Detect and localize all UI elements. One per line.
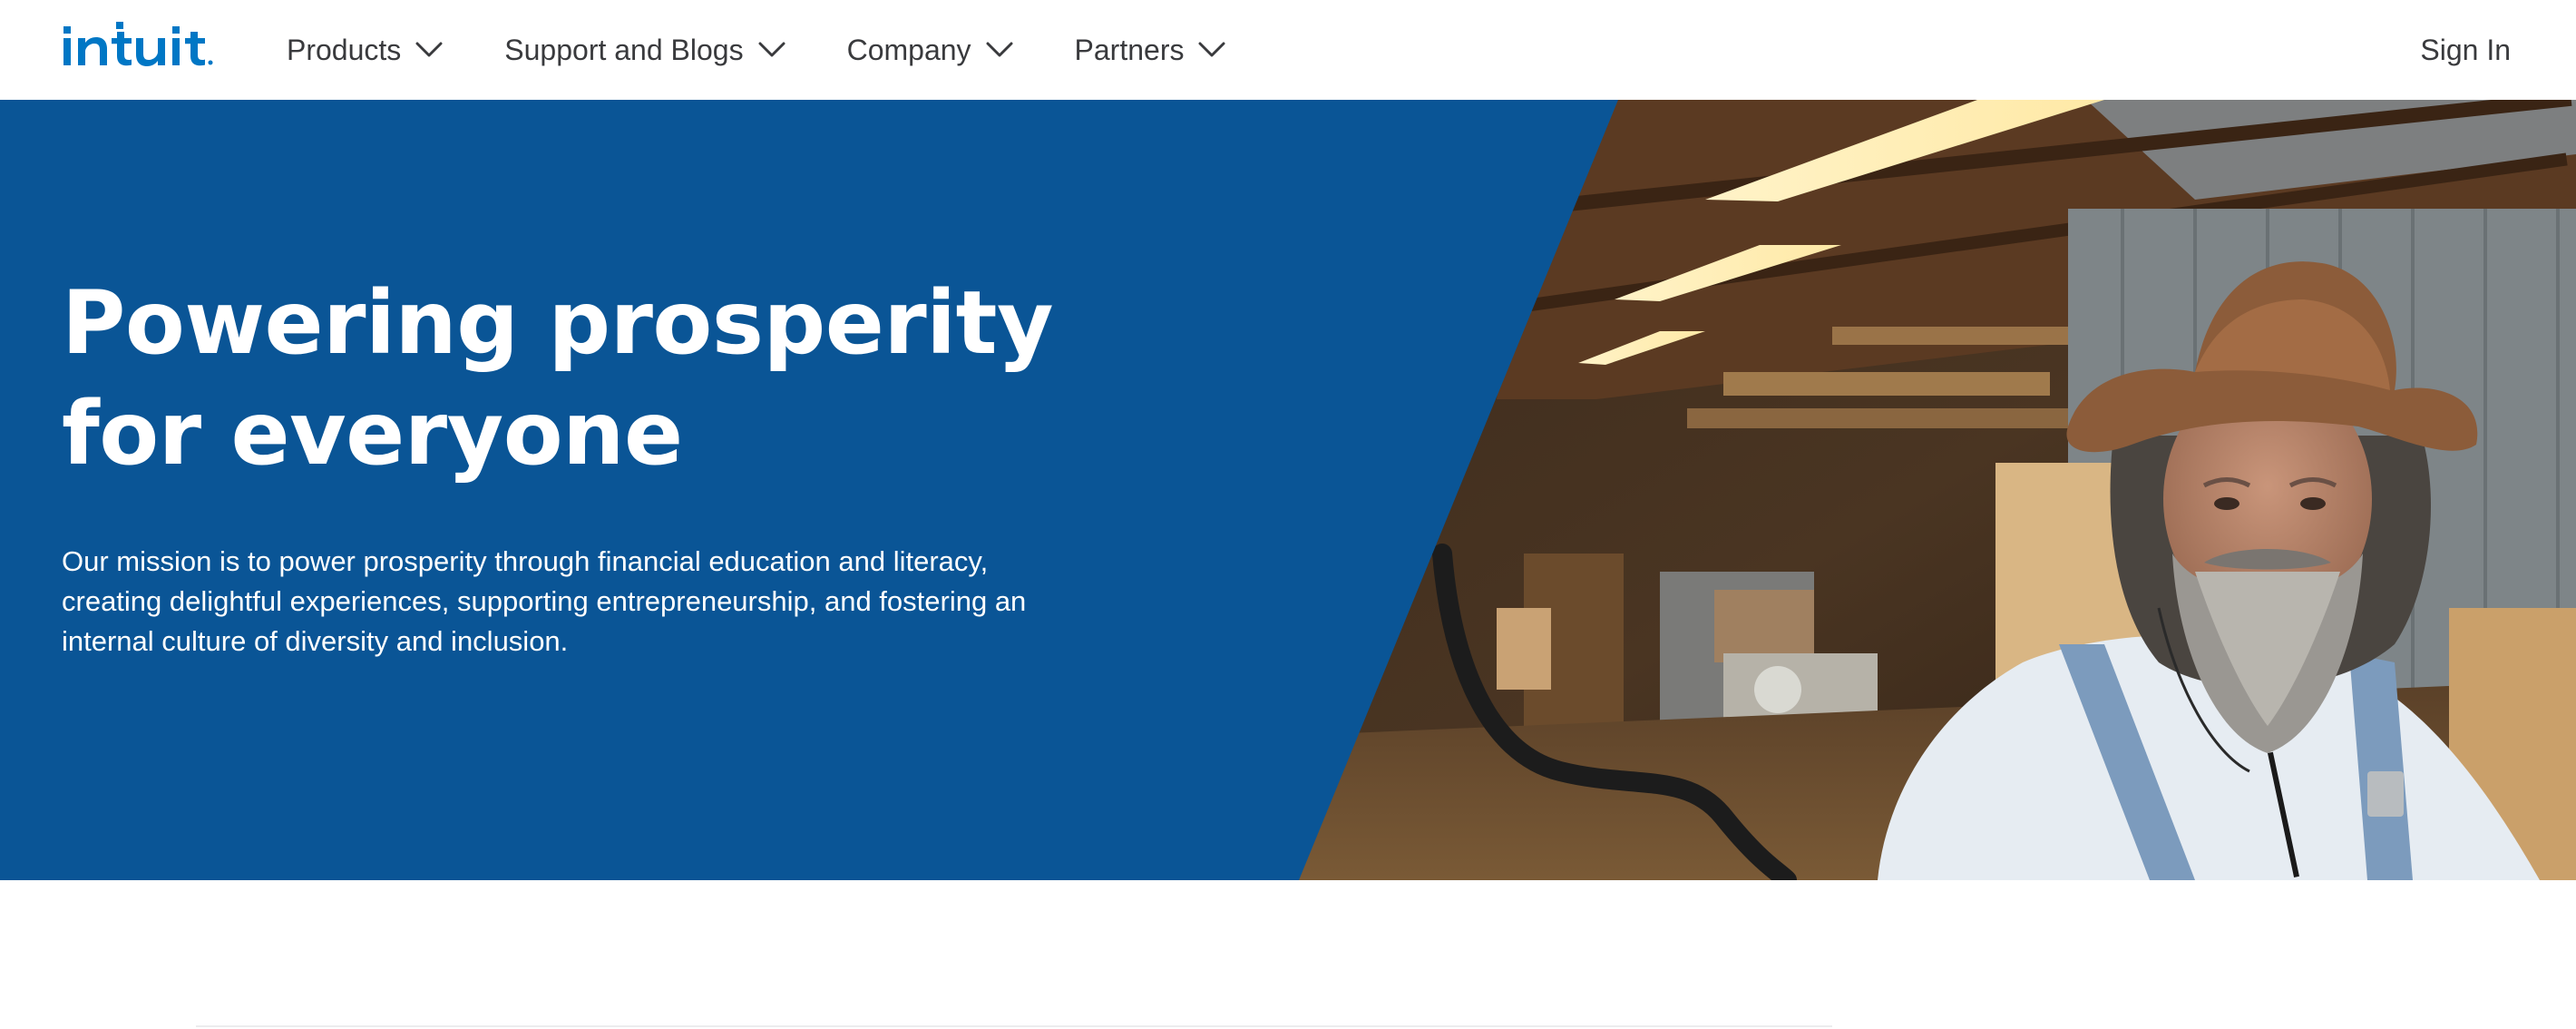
sign-in-link[interactable]: Sign In <box>2420 0 2511 100</box>
main-nav: Products Support and Blogs Company Partn… <box>287 0 1287 100</box>
intuit-logo-icon <box>63 22 213 66</box>
hero-title: Powering prosperity for everyone <box>62 272 1054 485</box>
section-divider <box>196 1025 1832 1027</box>
nav-item-products[interactable]: Products <box>287 0 443 100</box>
hero-description: Our mission is to power prosperity throu… <box>62 545 1027 657</box>
site-header: Products Support and Blogs Company Partn… <box>0 0 2576 100</box>
nav-item-label: Products <box>287 33 402 66</box>
nav-item-partners[interactable]: Partners <box>1075 0 1226 100</box>
intuit-logo[interactable] <box>62 20 216 71</box>
nav-item-label: Support and Blogs <box>504 33 744 66</box>
chevron-down-icon <box>1198 42 1225 57</box>
nav-item-support-and-blogs[interactable]: Support and Blogs <box>504 0 785 100</box>
hero-blue-panel <box>0 100 1618 880</box>
nav-item-label: Partners <box>1074 33 1185 66</box>
chevron-down-icon <box>986 42 1013 57</box>
chevron-down-icon <box>758 42 785 57</box>
nav-item-company[interactable]: Company <box>847 0 1013 100</box>
nav-item-label: Company <box>846 33 971 66</box>
chevron-down-icon <box>415 42 443 57</box>
hero-banner: Powering prosperity for everyone Our mis… <box>0 100 2576 880</box>
page: Products Support and Blogs Company Partn… <box>0 0 2576 1029</box>
